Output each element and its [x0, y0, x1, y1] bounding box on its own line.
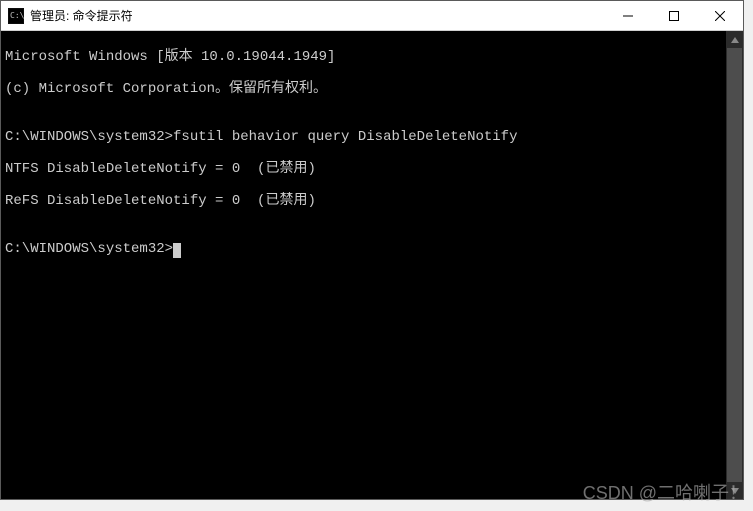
window-title: 管理员: 命令提示符 — [30, 7, 605, 24]
output-line-1: NTFS DisableDeleteNotify = 0 (已禁用) — [5, 161, 739, 177]
window-controls — [605, 1, 743, 30]
cursor — [173, 243, 181, 258]
close-button[interactable] — [697, 1, 743, 30]
vertical-scrollbar[interactable] — [726, 31, 743, 499]
prompt-2: C:\WINDOWS\system32> — [5, 241, 173, 257]
minimize-button[interactable] — [605, 1, 651, 30]
maximize-button[interactable] — [651, 1, 697, 30]
titlebar[interactable]: C:\ 管理员: 命令提示符 — [1, 1, 743, 31]
scroll-down-arrow[interactable] — [726, 482, 743, 499]
output-line-2: ReFS DisableDeleteNotify = 0 (已禁用) — [5, 193, 739, 209]
prompt-1: C:\WINDOWS\system32> — [5, 129, 173, 145]
scroll-up-arrow[interactable] — [726, 31, 743, 48]
command-line-1: C:\WINDOWS\system32>fsutil behavior quer… — [5, 129, 739, 145]
copyright-line: (c) Microsoft Corporation。保留所有权利。 — [5, 81, 739, 97]
svg-text:C:\: C:\ — [10, 11, 24, 20]
command-line-2: C:\WINDOWS\system32> — [5, 241, 739, 257]
version-line: Microsoft Windows [版本 10.0.19044.1949] — [5, 49, 739, 65]
cmd-window: C:\ 管理员: 命令提示符 Microsoft Windows [版本 10.… — [0, 0, 744, 500]
cmd-icon: C:\ — [8, 8, 24, 24]
terminal-output[interactable]: Microsoft Windows [版本 10.0.19044.1949] (… — [1, 31, 743, 499]
scrollbar-thumb[interactable] — [727, 48, 742, 482]
command-text: fsutil behavior query DisableDeleteNotif… — [173, 129, 517, 145]
